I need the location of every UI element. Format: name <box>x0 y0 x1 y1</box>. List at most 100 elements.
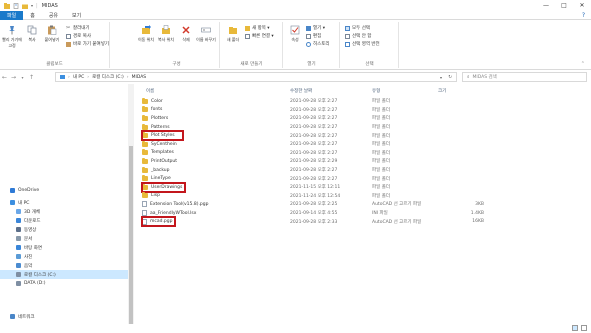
forward-button[interactable]: → <box>9 74 18 81</box>
file-row[interactable]: Color 2021-09-28 오후 2:27 파일 폴더 <box>138 97 558 106</box>
copy-path-button[interactable]: 경로 복사 <box>66 33 91 39</box>
scrollbar-thumb[interactable] <box>129 146 133 324</box>
collapse-ribbon-icon[interactable]: ⌃ <box>581 61 585 67</box>
sidebar-item[interactable]: 네트워크 <box>0 312 128 321</box>
back-button[interactable]: ← <box>0 74 9 81</box>
new-folder-quick-icon[interactable] <box>22 3 28 9</box>
recent-locations-icon[interactable]: ▾ <box>18 75 27 80</box>
file-name-cell: Extension Tool(v15.8).pgp <box>142 200 208 209</box>
details-view-button[interactable] <box>572 325 578 331</box>
file-row[interactable]: LineType 2021-09-28 오후 2:27 파일 폴더 <box>138 174 558 183</box>
breadcrumb-pc[interactable]: 내 PC <box>73 74 84 80</box>
delete-button[interactable]: 삭제 <box>176 25 196 43</box>
sidebar-item[interactable]: 문서 <box>0 234 128 243</box>
new-folder-button[interactable]: 새 폴더 <box>223 25 243 43</box>
file-size <box>434 174 484 183</box>
title-separator: | <box>36 2 38 9</box>
cut-button[interactable]: ✂ 잘라내기 <box>66 25 90 31</box>
select-none-button[interactable]: 선택 안 함 <box>345 33 371 39</box>
sidebar-item[interactable]: 음악 <box>0 261 128 270</box>
tab-home[interactable]: 홈 <box>23 11 42 20</box>
open-button[interactable]: 열기 ▾ <box>306 25 325 31</box>
file-row[interactable]: fonts 2021-09-28 오후 2:27 파일 폴더 <box>138 106 558 115</box>
address-dropdown-icon[interactable]: ▾ <box>440 75 442 80</box>
file-row[interactable]: Templates 2021-09-28 오후 2:27 파일 폴더 <box>138 149 558 158</box>
sidebar-item[interactable]: 3D 개체 <box>0 207 128 216</box>
file-row[interactable]: Plot Styles 2021-09-28 오후 2:27 파일 폴더 <box>138 131 558 140</box>
breadcrumb-midas[interactable]: MIDAS <box>132 75 147 80</box>
file-name: _backup <box>151 167 170 173</box>
copy-button[interactable]: 복사 <box>22 25 42 43</box>
minimize-button[interactable]: — <box>537 0 555 11</box>
breadcrumb-drive[interactable]: 로컬 디스크 (C:) <box>92 74 124 80</box>
file-row[interactable]: _backup 2021-09-28 오후 2:27 파일 폴더 <box>138 166 558 175</box>
file-row[interactable]: SyCenthein 2021-09-28 오후 2:27 파일 폴더 <box>138 140 558 149</box>
address-bar[interactable]: › 내 PC › 로컬 디스크 (C:) › MIDAS ▾ ↻ <box>55 72 457 82</box>
refresh-icon[interactable]: ↻ <box>448 75 452 80</box>
paste-shortcut-button[interactable]: 바로 가기 붙여넣기 <box>66 41 109 47</box>
sidebar-item[interactable]: 내 PC <box>0 198 128 207</box>
file-name: Patterns <box>151 124 170 130</box>
organize-group: 이동 위치 복사 위치 삭제 이름 바꾸기 구성 <box>134 22 220 68</box>
maximize-button[interactable]: □ <box>555 0 573 11</box>
up-button[interactable]: ↑ <box>27 74 36 81</box>
copy-to-button[interactable]: 복사 위치 <box>156 25 176 43</box>
document-icon <box>16 236 21 241</box>
edit-button[interactable]: 편집 <box>306 33 321 39</box>
file-size <box>434 183 484 192</box>
column-header-size[interactable]: 크기 <box>438 86 446 95</box>
sidebar-item[interactable]: 다운로드 <box>0 216 128 225</box>
column-header-type[interactable]: 유형 <box>372 86 380 95</box>
file-row[interactable]: Plotters 2021-09-28 오후 2:27 파일 폴더 <box>138 114 558 123</box>
close-button[interactable]: ✕ <box>573 0 591 11</box>
file-row[interactable]: mcad.pgp 2021-09-28 오후 2:33 AutoCAD 선 고르기 … <box>138 217 558 226</box>
breadcrumb-separator: › <box>126 74 129 80</box>
file-size <box>434 106 484 115</box>
search-box[interactable]: ⌕ MIDAS 검색 <box>462 72 587 82</box>
column-header-name[interactable]: 이름 <box>146 86 154 95</box>
file-row[interactable]: Lisp 2021-11-24 오후 12:54 파일 폴더 <box>138 192 558 201</box>
tab-file[interactable]: 파일 <box>0 10 24 20</box>
column-header-date[interactable]: 수정한 날짜 <box>290 86 312 95</box>
tab-share[interactable]: 공유 <box>42 11 65 20</box>
new-folder-icon <box>229 27 237 34</box>
rename-icon <box>201 27 211 33</box>
paste-button[interactable]: 붙여넣기 <box>42 25 62 43</box>
select-all-button[interactable]: 모두 선택 <box>345 25 370 31</box>
large-icons-view-button[interactable] <box>581 325 587 331</box>
sidebar-item[interactable]: OneDrive <box>0 186 128 195</box>
properties-icon[interactable] <box>13 2 19 9</box>
file-row[interactable]: Patterns 2021-09-28 오후 2:27 파일 폴더 <box>138 123 558 132</box>
pin-quick-access-button[interactable]: 빨리 가기에 고정 <box>2 25 22 49</box>
rename-button[interactable]: 이름 바꾸기 <box>196 25 216 43</box>
file-date: 2021-09-28 오후 2:25 <box>290 202 338 208</box>
properties-button[interactable]: 속성 <box>285 25 305 43</box>
sidebar-item[interactable]: 로컬 디스크 (C:) <box>0 270 128 279</box>
new-item-button[interactable]: 새 항목 ▾ <box>245 25 270 31</box>
file-size <box>434 97 484 106</box>
move-to-button[interactable]: 이동 위치 <box>136 25 156 43</box>
window-controls: — □ ✕ <box>537 0 591 11</box>
file-row[interactable]: PrintOutput 2021-09-28 오후 2:29 파일 폴더 <box>138 157 558 166</box>
file-date: 2021-09-28 오후 2:27 <box>290 125 338 131</box>
file-name-cell: PrintOutput <box>142 157 177 166</box>
quick-access-dropdown-icon[interactable]: ▾ <box>31 3 33 8</box>
sidebar-item[interactable]: 사진 <box>0 252 128 261</box>
file-row[interactable]: aa_FriendlyWTool.lsx 2021-09-14 오후 4:55 IN… <box>138 209 558 218</box>
help-icon[interactable]: ? <box>582 12 585 19</box>
invert-selection-button[interactable]: 선택 영역 반전 <box>345 41 380 47</box>
file-row[interactable]: UserDrawings 2021-11-15 오후 12:11 파일 폴더 <box>138 183 558 192</box>
tab-view[interactable]: 보기 <box>65 11 88 20</box>
sidebar-item[interactable]: DATA (D:) <box>0 279 128 288</box>
file-date: 2021-11-24 오후 12:54 <box>290 193 341 199</box>
history-button[interactable]: 히스토리 <box>306 41 330 47</box>
folder-icon <box>142 140 148 147</box>
easy-access-button[interactable]: 빠른 연결 ▾ <box>245 33 274 39</box>
delete-icon <box>182 26 190 34</box>
sidebar-item[interactable]: 동영상 <box>0 225 128 234</box>
sidebar-item[interactable]: 바탕 화면 <box>0 243 128 252</box>
file-row[interactable]: Extension Tool(v15.8).pgp 2021-09-28 오후 2… <box>138 200 558 209</box>
file-type: 파일 폴더 <box>372 125 390 131</box>
file-date: 2021-09-28 오후 2:27 <box>290 116 338 122</box>
navigation-scrollbar[interactable] <box>128 84 134 324</box>
